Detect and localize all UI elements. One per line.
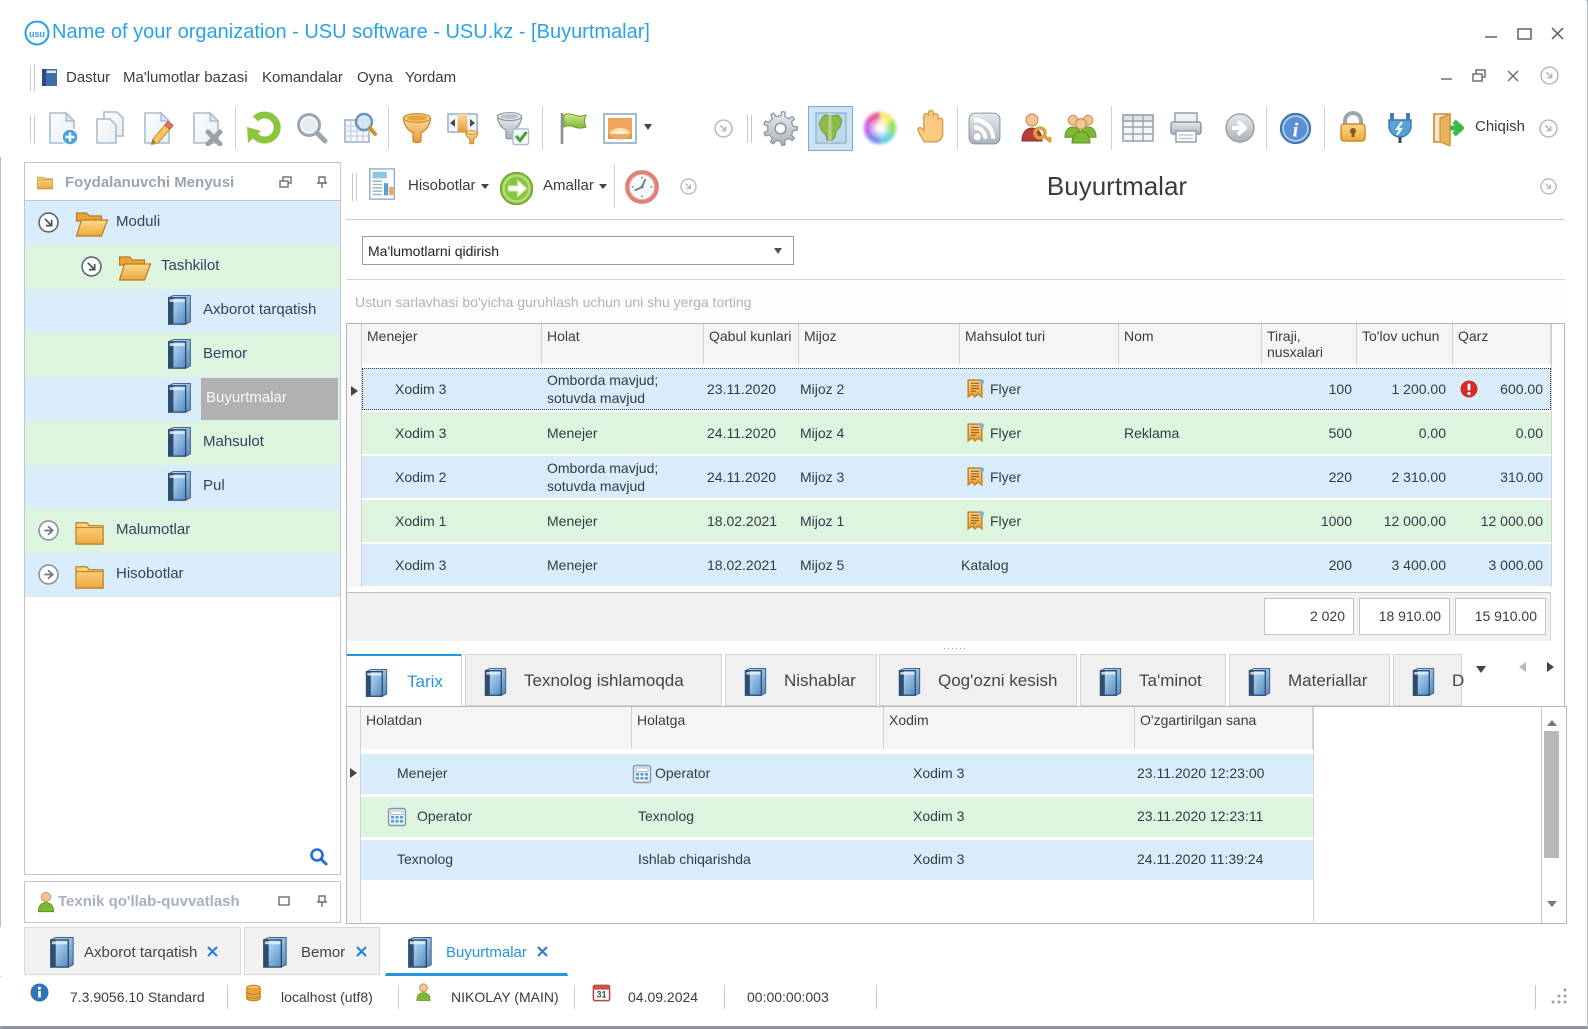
svg-text:usu: usu <box>29 29 45 39</box>
